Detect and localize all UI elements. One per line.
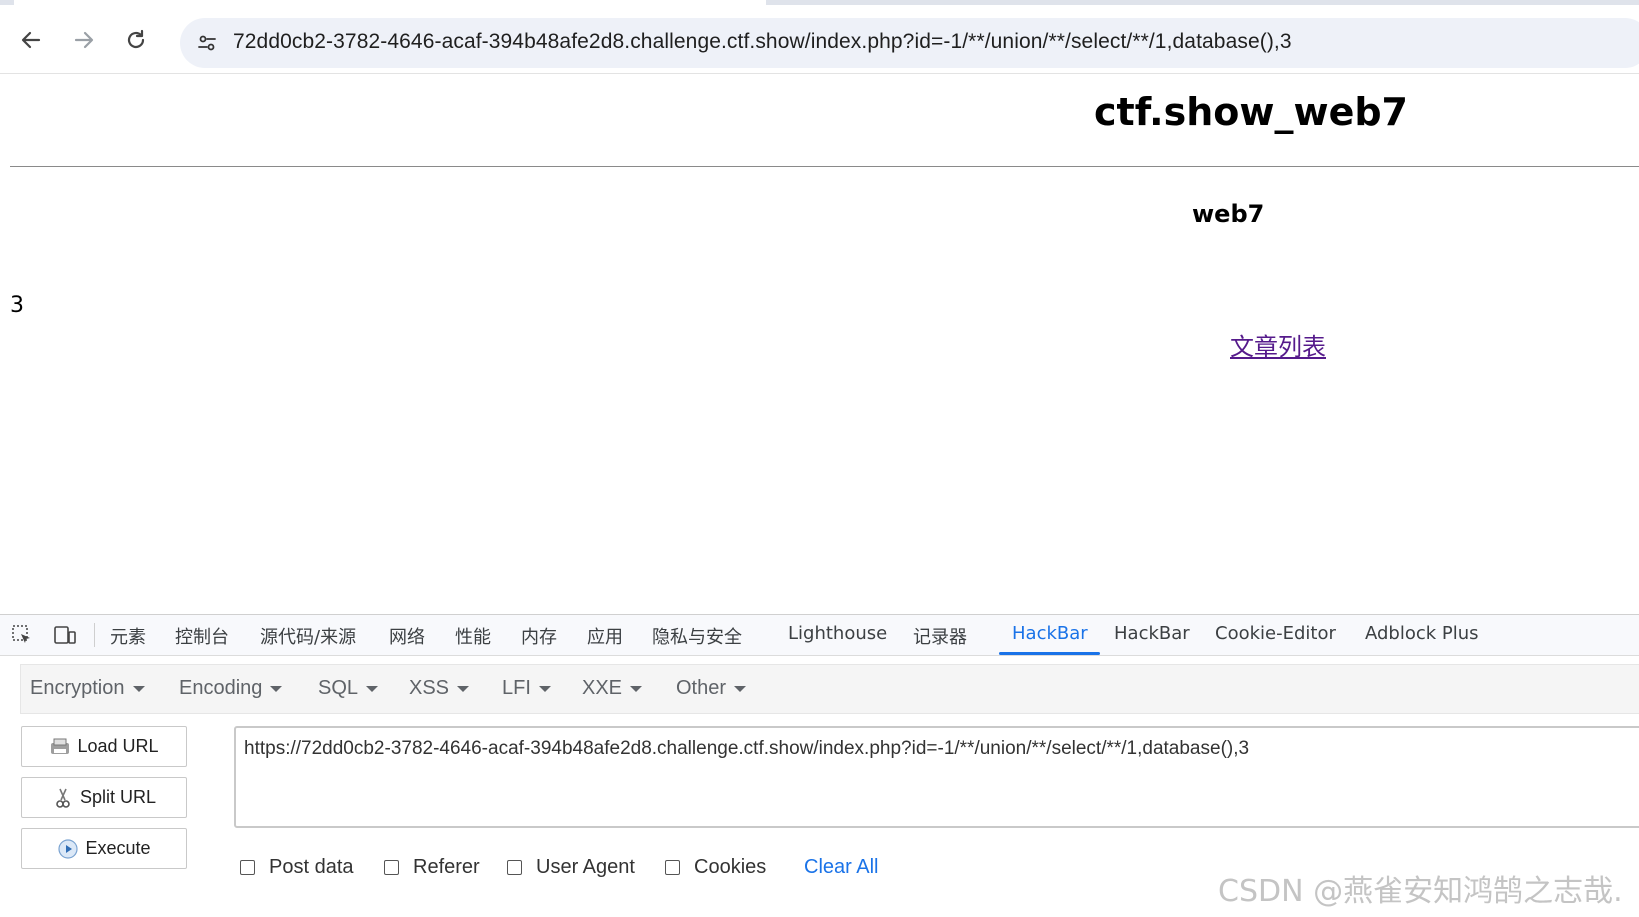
forward-arrow-icon[interactable] [69, 25, 99, 55]
chevron-down-icon [132, 685, 145, 692]
hackbar-menu-bar: Encryption Encoding SQL XSS LFI XXE Othe… [20, 664, 1639, 714]
menu-sql[interactable]: SQL [318, 677, 379, 700]
play-icon [57, 838, 79, 860]
tab-recorder[interactable]: 记录器 [913, 623, 967, 649]
tab-privacy-security[interactable]: 隐私与安全 [652, 623, 742, 649]
tab-console[interactable]: 控制台 [175, 623, 229, 649]
menu-encoding-label: Encoding [179, 677, 263, 699]
menu-xxe-label: XXE [582, 677, 623, 699]
user-agent-checkbox[interactable]: User Agent [507, 856, 635, 879]
device-toolbar-icon[interactable] [52, 623, 78, 647]
execute-button[interactable]: Execute [21, 828, 187, 869]
clear-all-link[interactable]: Clear All [804, 856, 878, 879]
post-data-label: Post data [269, 856, 354, 878]
tab-elements[interactable]: 元素 [110, 623, 146, 649]
checkbox-box[interactable] [384, 860, 399, 875]
menu-encoding[interactable]: Encoding [179, 677, 283, 700]
menu-encryption-label: Encryption [30, 677, 125, 699]
checkbox-box[interactable] [507, 860, 522, 875]
devtools-separator [94, 623, 95, 647]
back-arrow-icon[interactable] [16, 25, 46, 55]
menu-other[interactable]: Other [676, 677, 747, 700]
menu-xxe[interactable]: XXE [582, 677, 643, 700]
browser-toolbar: 72dd0cb2-3782-4646-acaf-394b48afe2d8.cha… [0, 5, 1639, 74]
scissors-icon [52, 787, 74, 809]
chevron-down-icon [538, 685, 551, 692]
split-url-button[interactable]: Split URL [21, 777, 187, 818]
reload-icon[interactable] [121, 25, 151, 55]
query-result-value: 3 [10, 293, 24, 318]
checkbox-box[interactable] [240, 860, 255, 875]
chevron-down-icon [630, 685, 643, 692]
chevron-down-icon [366, 685, 379, 692]
page-title: ctf.show_web7 [1094, 90, 1408, 134]
menu-lfi[interactable]: LFI [502, 677, 551, 700]
menu-other-label: Other [676, 677, 727, 699]
inspect-element-icon[interactable] [9, 623, 35, 647]
menu-sql-label: SQL [318, 677, 359, 699]
tab-memory[interactable]: 内存 [521, 623, 557, 649]
tab-lighthouse[interactable]: Lighthouse [788, 623, 887, 644]
page-subtitle: web7 [1192, 200, 1265, 228]
user-agent-label: User Agent [536, 856, 635, 878]
hackbar-url-textarea[interactable]: https://72dd0cb2-3782-4646-acaf-394b48af… [234, 726, 1639, 828]
load-url-button[interactable]: Load URL [21, 726, 187, 767]
cookies-checkbox[interactable]: Cookies [665, 856, 766, 879]
address-bar-url[interactable]: 72dd0cb2-3782-4646-acaf-394b48afe2d8.cha… [233, 30, 1292, 54]
address-bar[interactable]: 72dd0cb2-3782-4646-acaf-394b48afe2d8.cha… [180, 18, 1639, 68]
tab-network[interactable]: 网络 [389, 623, 425, 649]
hackbar-url-value: https://72dd0cb2-3782-4646-acaf-394b48af… [244, 738, 1250, 759]
active-tab-indicator [999, 652, 1100, 655]
tab-cookie-editor[interactable]: Cookie-Editor [1215, 623, 1336, 644]
divider [10, 166, 1639, 167]
chevron-down-icon [270, 685, 283, 692]
load-url-icon [49, 736, 71, 758]
split-url-label: Split URL [79, 787, 157, 807]
menu-lfi-label: LFI [502, 677, 531, 699]
chevron-down-icon [457, 685, 470, 692]
execute-label: Execute [85, 838, 151, 858]
tab-hackbar-active[interactable]: HackBar [1012, 623, 1088, 644]
site-info-icon[interactable] [194, 30, 220, 56]
tab-sources[interactable]: 源代码/来源 [260, 623, 356, 649]
menu-xss[interactable]: XSS [409, 677, 470, 700]
chevron-down-icon [734, 685, 747, 692]
menu-xss-label: XSS [409, 677, 450, 699]
tab-adblock-plus[interactable]: Adblock Plus [1365, 623, 1479, 644]
tab-application[interactable]: 应用 [587, 623, 623, 649]
load-url-label: Load URL [77, 736, 159, 756]
tab-hackbar[interactable]: HackBar [1114, 623, 1190, 644]
article-list-link[interactable]: 文章列表 [1230, 327, 1326, 362]
post-data-checkbox[interactable]: Post data [240, 856, 354, 879]
referer-checkbox[interactable]: Referer [384, 856, 480, 879]
csdn-watermark: CSDN @燕雀安知鸿鹄之志哉. [1218, 874, 1623, 909]
menu-encryption[interactable]: Encryption [30, 677, 145, 700]
cookies-label: Cookies [694, 856, 767, 878]
checkbox-box[interactable] [665, 860, 680, 875]
tab-performance[interactable]: 性能 [455, 623, 491, 649]
devtools-tab-bar: 元素 控制台 源代码/来源 网络 性能 内存 应用 隐私与安全 Lighthou… [0, 615, 1639, 656]
referer-label: Referer [413, 856, 480, 878]
